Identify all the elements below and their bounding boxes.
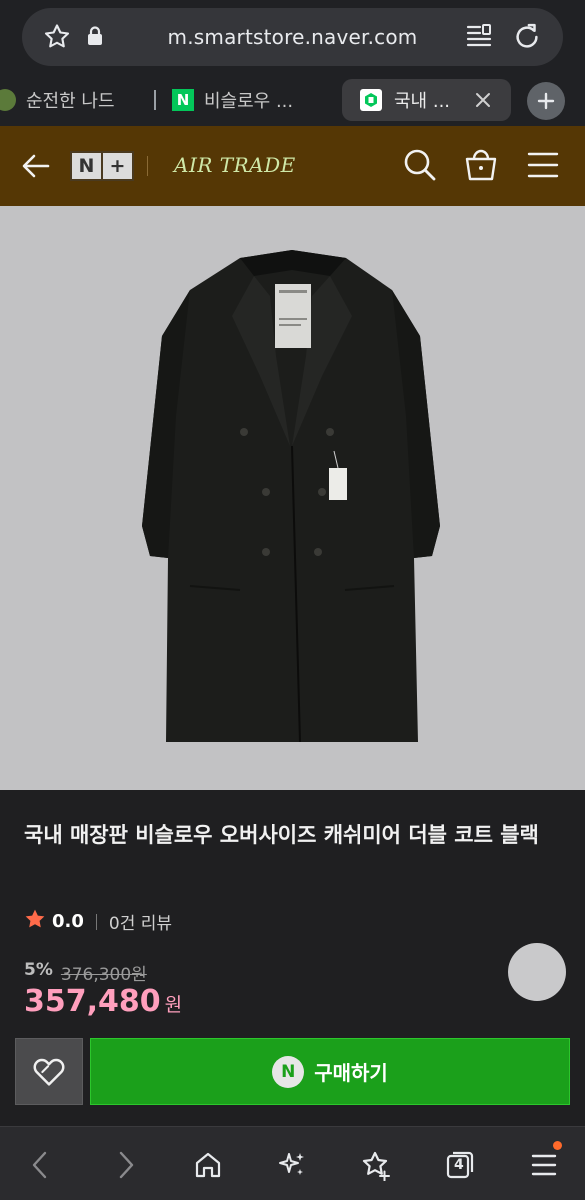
sparkle-icon — [279, 1153, 304, 1175]
tab-1[interactable]: 순전한 나드 — [0, 79, 115, 121]
naver-plus-logo[interactable]: N + — [70, 151, 134, 181]
product-info: 국내 매장판 비슬로우 오버사이즈 캐쉬미어 더블 코트 블랙 0.0 0건 리… — [0, 790, 585, 1126]
address-bar[interactable]: m.smartstore.naver.com — [22, 8, 563, 66]
sale-price-row: 357,480 원 — [24, 984, 182, 1019]
tab-strip: 순전한 나드 N 비슬로우 ... 국내 ... — [0, 74, 585, 126]
new-tab-button[interactable] — [527, 82, 565, 120]
wishlist-button[interactable] — [15, 1038, 83, 1105]
reader-mode-icon[interactable] — [466, 23, 492, 55]
tab-label: 국내 ... — [394, 91, 451, 112]
rating-divider — [95, 913, 97, 930]
home-icon — [195, 1152, 221, 1178]
discount-rate: 5% — [24, 960, 53, 980]
naver-favicon-icon: N — [172, 89, 194, 111]
notification-dot — [553, 1141, 562, 1150]
rating-score: 0.0 — [52, 911, 84, 932]
nav-home-button[interactable] — [190, 1147, 226, 1183]
original-price: 376,300원 — [60, 965, 147, 985]
nav-ai-button[interactable] — [274, 1147, 310, 1183]
review-count[interactable]: 0건 리뷰 — [109, 909, 172, 934]
currency-unit: 원 — [164, 994, 183, 1016]
bookmark-star-icon — [362, 1151, 390, 1181]
tab-3-active[interactable]: 국내 ... — [342, 79, 511, 121]
nav-tabs-button[interactable]: 4 — [442, 1147, 478, 1183]
star-icon — [24, 908, 46, 935]
store-brand-name[interactable]: AIR TRADE — [174, 153, 296, 177]
store-header: N + AIR TRADE — [0, 126, 585, 206]
rating-row[interactable]: 0.0 0건 리뷰 — [24, 908, 172, 935]
discount-row: 5% 376,300원 — [24, 960, 147, 985]
product-title: 국내 매장판 비슬로우 오버사이즈 캐쉬미어 더블 코트 블랙 — [24, 823, 539, 847]
heart-icon — [33, 1058, 65, 1086]
buy-button[interactable]: N 구매하기 — [90, 1038, 570, 1105]
tab-2[interactable]: N 비슬로우 ... — [172, 79, 293, 121]
smartstore-favicon-icon — [360, 89, 382, 111]
hamburger-menu-icon — [531, 1154, 557, 1176]
nav-menu-button[interactable] — [526, 1141, 562, 1183]
coat-illustration — [142, 250, 440, 743]
plus-icon — [537, 92, 555, 110]
nav-back-button[interactable] — [22, 1147, 58, 1183]
logo-plus: + — [101, 153, 132, 179]
nav-bookmarks-button[interactable] — [358, 1147, 394, 1183]
nav-forward-button[interactable] — [108, 1147, 144, 1183]
hamburger-menu-icon[interactable] — [526, 150, 560, 184]
browser-toolbar: m.smartstore.naver.com — [0, 0, 585, 74]
chevron-left-icon — [32, 1151, 47, 1179]
search-icon[interactable] — [403, 148, 437, 186]
tab-divider — [154, 90, 156, 110]
leaf-favicon-icon — [0, 89, 16, 111]
tab-label: 비슬로우 ... — [204, 91, 294, 112]
tab-count: 4 — [454, 1157, 464, 1173]
sale-price: 357,480 — [24, 984, 161, 1019]
buy-button-label: 구매하기 — [314, 1061, 388, 1085]
back-arrow-icon[interactable] — [20, 150, 52, 186]
shopping-bag-icon[interactable] — [464, 146, 498, 186]
product-image[interactable] — [0, 206, 585, 790]
close-tab-icon[interactable] — [473, 90, 493, 115]
reload-icon[interactable] — [512, 22, 542, 56]
npay-icon: N — [272, 1055, 305, 1088]
floating-action-button[interactable] — [508, 943, 566, 1001]
header-divider — [147, 156, 148, 176]
logo-n: N — [78, 155, 95, 177]
tab-label: 순전한 나드 — [26, 91, 115, 112]
browser-bottom-nav: 4 — [0, 1126, 585, 1200]
chevron-right-icon — [119, 1151, 134, 1179]
